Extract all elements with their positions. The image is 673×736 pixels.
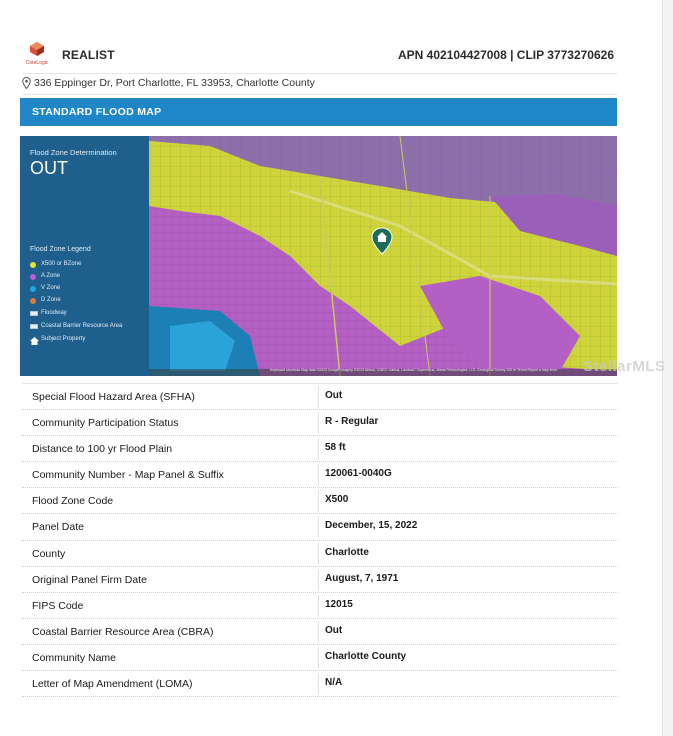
- row-label: Panel Date: [32, 521, 84, 534]
- section-banner: STANDARD FLOOD MAP: [20, 98, 617, 126]
- table-row: Letter of Map Amendment (LOMA) N/A: [22, 671, 618, 698]
- row-label: Coastal Barrier Resource Area (CBRA): [32, 625, 214, 638]
- brand-name: REALIST: [62, 48, 115, 62]
- table-row: Community Name Charlotte County: [22, 645, 618, 672]
- row-value: 12015: [325, 598, 353, 610]
- row-value: 58 ft: [325, 442, 346, 454]
- table-row: Distance to 100 yr Flood Plain 58 ft: [22, 436, 618, 463]
- row-value: N/A: [325, 677, 343, 689]
- row-value: R - Regular: [325, 416, 379, 428]
- row-value: Charlotte County: [325, 650, 407, 662]
- table-row: FIPS Code 12015: [22, 593, 618, 619]
- yellow-dot-icon: [30, 262, 36, 268]
- property-address: 336 Eppinger Dr, Port Charlotte, FL 3395…: [34, 77, 315, 89]
- table-row: Community Participation Status R - Regula…: [22, 410, 618, 437]
- row-label: Special Flood Hazard Area (SFHA): [32, 391, 195, 403]
- purple-dot-icon: [30, 274, 36, 280]
- cbra-swatch-icon: [30, 324, 38, 329]
- determination-value: OUT: [30, 158, 68, 178]
- row-value: August, 7, 1971: [325, 572, 399, 584]
- table-row: Original Panel Firm Date August, 7, 1971: [22, 567, 618, 593]
- map-attribution: Keyboard shortcuts Map data ©2023 Google…: [270, 368, 558, 372]
- row-value: Out: [325, 390, 343, 401]
- corelogic-logo: CoreLogic: [22, 42, 52, 70]
- row-label: Community Participation Status: [32, 417, 179, 430]
- house-icon: [30, 337, 39, 345]
- row-value: Out: [325, 624, 343, 636]
- row-value: X500: [325, 494, 349, 506]
- flood-legend-panel: Flood Zone Determination OUT Flood Zone …: [20, 136, 149, 376]
- report-header: CoreLogic REALIST APN 402104427008 | CLI…: [22, 40, 618, 74]
- flood-details-table: Special Flood Hazard Area (SFHA) Out Comm…: [22, 384, 618, 698]
- row-label: Original Panel Firm Date: [32, 573, 147, 586]
- blue-dot-icon: [30, 286, 36, 292]
- table-row: Coastal Barrier Resource Area (CBRA) Out: [22, 619, 618, 645]
- table-row: County Charlotte: [22, 541, 618, 567]
- location-pin-icon: [22, 77, 31, 89]
- table-row: Special Flood Hazard Area (SFHA) Out: [22, 384, 618, 411]
- flood-map[interactable]: Flood Zone Determination OUT Flood Zone …: [20, 136, 617, 376]
- watermark: StellarMLS: [583, 358, 666, 375]
- logo-text: CoreLogic: [25, 60, 49, 66]
- row-value: Charlotte: [325, 546, 369, 558]
- row-label: FIPS Code: [32, 599, 84, 612]
- row-label: Letter of Map Amendment (LOMA): [32, 678, 193, 691]
- orange-dot-icon: [30, 298, 36, 304]
- table-row: Panel Date December, 15, 2022: [22, 514, 618, 541]
- table-row: Flood Zone Code X500: [22, 488, 618, 515]
- row-label: Community Name: [32, 651, 117, 664]
- section-title: STANDARD FLOOD MAP: [32, 106, 162, 118]
- logo-mark-icon: [30, 42, 44, 56]
- legend-title: Flood Zone Legend: [30, 246, 91, 253]
- table-row: Community Number - Map Panel & Suffix 120…: [22, 462, 618, 489]
- row-value: 120061-0040G: [325, 468, 392, 480]
- row-label: Distance to 100 yr Flood Plain: [32, 443, 173, 456]
- row-value: December, 15, 2022: [325, 520, 418, 532]
- row-label: County: [32, 547, 66, 560]
- floodway-swatch-icon: [30, 311, 38, 316]
- determination-label: Flood Zone Determination: [30, 148, 117, 157]
- apn-clip: APN 402104427008 | CLIP 3773270626: [398, 48, 614, 62]
- divider: [22, 94, 618, 95]
- row-label: Community Number - Map Panel & Suffix: [32, 469, 224, 482]
- row-label: Flood Zone Code: [32, 495, 114, 508]
